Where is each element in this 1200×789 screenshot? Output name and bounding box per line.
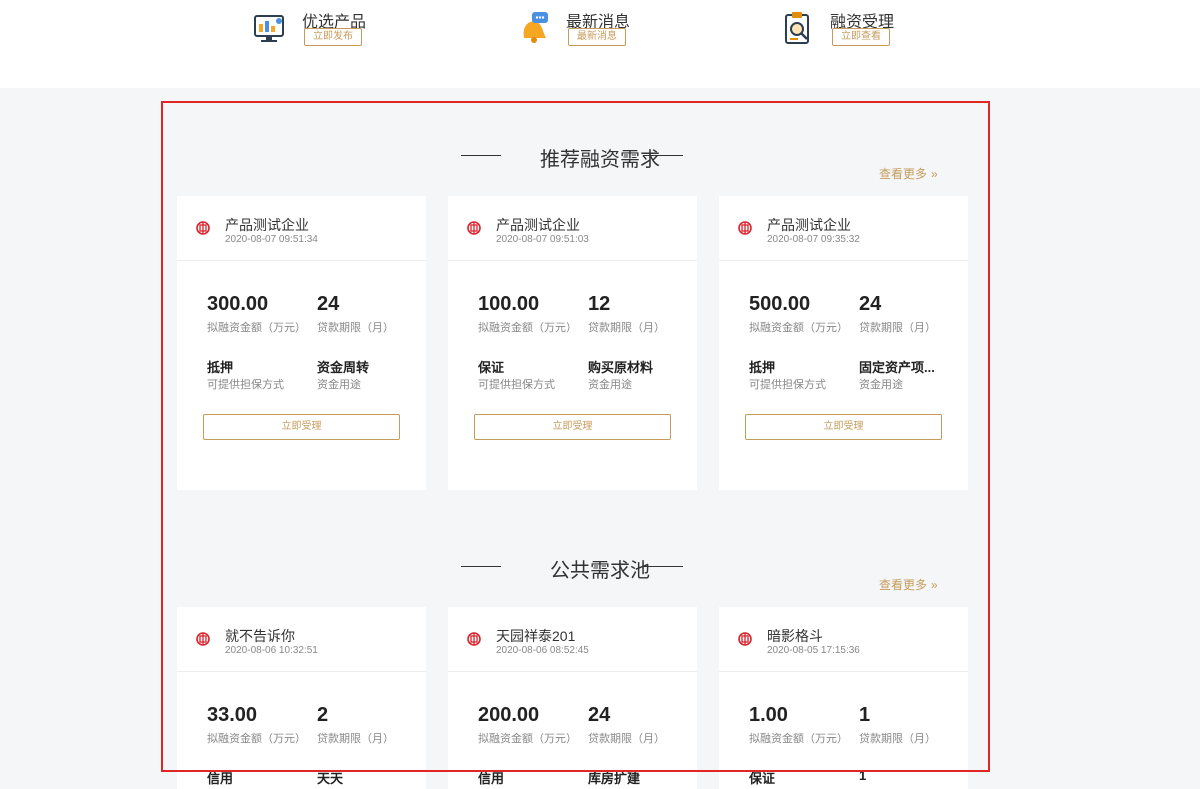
card-header: 产品测试企业 2020-08-07 09:35:32 [719,196,968,261]
financing-amount-label: 拟融资金额（万元） [749,322,848,334]
financing-amount: 200.00 [478,704,540,726]
company-name: 产品测试企业 [225,217,309,233]
demand-card[interactable]: 产品测试企业 2020-08-07 09:35:32 500.00 拟融资金额（万元）… [719,196,968,490]
card-header: 暗影格斗 2020-08-05 17:15:36 [719,607,968,672]
financing-amount: 33.00 [207,704,258,726]
double-chevron-right-icon: » [931,578,938,592]
title-divider-right [643,566,683,567]
loan-term-label: 贷款期限（月） [317,322,394,334]
loan-term: 12 [588,293,611,315]
title-divider-right [643,155,683,156]
financing-amount: 500.00 [749,293,811,315]
demand-card[interactable]: 天园祥泰201 2020-08-06 08:52:45 200.00 拟融资金额（万元… [448,607,697,789]
loan-term-label: 贷款期限（月） [588,733,665,745]
accept-now-button[interactable]: 立即受理 [474,414,671,440]
loan-term: 2 [317,704,329,726]
fund-usage: 库房扩建 [588,771,641,786]
loan-term: 1 [859,704,871,726]
financing-amount-label: 拟融资金额（万元） [207,733,306,745]
guarantee-type-label: 可提供担保方式 [749,379,826,391]
recommended-section-title: 推荐融资需求 [540,149,660,171]
financing-amount-label: 拟融资金额（万元） [478,322,577,334]
view-more-link[interactable]: 查看更多» [879,165,938,182]
accept-now-button[interactable]: 立即受理 [203,414,400,440]
fund-usage: 固定资产项... [859,360,935,375]
view-more-link[interactable]: 查看更多» [879,576,938,593]
double-chevron-right-icon: » [931,167,938,181]
publish-now-button[interactable]: 立即发布 [304,28,362,46]
bank-logo-icon [467,221,481,235]
company-name: 暗影格斗 [767,628,823,644]
fund-usage: 购买原材料 [588,360,654,375]
monitor-chart-icon [254,15,284,42]
guarantee-type: 抵押 [749,360,776,375]
financing-amount-label: 拟融资金额（万元） [207,322,306,334]
company-name: 产品测试企业 [496,217,580,233]
company-name: 就不告诉你 [225,628,295,644]
financing-amount-label: 拟融资金额（万元） [749,733,848,745]
demand-card[interactable]: 产品测试企业 2020-08-07 09:51:34 300.00 拟融资金额（万元）… [177,196,426,490]
guarantee-type-label: 可提供担保方式 [207,379,284,391]
bank-logo-icon [738,221,752,235]
company-name: 天园祥泰201 [496,628,576,644]
financing-amount-label: 拟融资金额（万元） [478,733,577,745]
loan-term: 24 [317,293,340,315]
financing-amount: 1.00 [749,704,788,726]
bell-message-icon [523,12,548,43]
demand-card[interactable]: 产品测试企业 2020-08-07 09:51:03 100.00 拟融资金额（万元）… [448,196,697,490]
financing-amount: 300.00 [207,293,269,315]
card-header: 产品测试企业 2020-08-07 09:51:03 [448,196,697,261]
card-header: 产品测试企业 2020-08-07 09:51:34 [177,196,426,261]
guarantee-type-label: 可提供担保方式 [478,379,555,391]
card-header: 天园祥泰201 2020-08-06 08:52:45 [448,607,697,672]
bank-logo-icon [738,632,752,646]
guarantee-type: 信用 [478,771,505,786]
loan-term-label: 贷款期限（月） [859,322,936,334]
loan-term-label: 贷款期限（月） [859,733,936,745]
publish-time: 2020-08-07 09:51:03 [496,234,589,245]
publish-time: 2020-08-07 09:35:32 [767,234,860,245]
bank-logo-icon [196,221,210,235]
loan-term-label: 贷款期限（月） [588,322,665,334]
view-now-button[interactable]: 立即查看 [832,28,890,46]
guarantee-type: 抵押 [207,360,234,375]
clipboard-search-icon [785,12,809,44]
bank-logo-icon [196,632,210,646]
view-more-label: 查看更多 [879,578,928,592]
fund-usage-label: 资金用途 [317,379,361,391]
fund-usage: 天天 [317,771,344,786]
financing-amount: 100.00 [478,293,540,315]
publish-time: 2020-08-06 08:52:45 [496,645,589,656]
guarantee-type: 信用 [207,771,234,786]
publish-time: 2020-08-07 09:51:34 [225,234,318,245]
quick-links-bar: 优选产品 立即发布 最新消息 最新消息 融资受理 立即查看 [0,0,1200,88]
accept-now-button[interactable]: 立即受理 [745,414,942,440]
publish-time: 2020-08-05 17:15:36 [767,645,860,656]
card-header: 就不告诉你 2020-08-06 10:32:51 [177,607,426,672]
loan-term: 24 [588,704,611,726]
fund-usage: 资金周转 [317,360,370,375]
loan-term: 24 [859,293,882,315]
fund-usage-label: 资金用途 [859,379,903,391]
fund-usage-label: 资金用途 [588,379,632,391]
guarantee-type: 保证 [478,360,505,375]
loan-term-label: 贷款期限（月） [317,733,394,745]
view-more-label: 查看更多 [879,167,928,181]
public-pool-section-title: 公共需求池 [550,560,650,582]
guarantee-type: 保证 [749,771,776,786]
latest-news-button[interactable]: 最新消息 [568,28,626,46]
publish-time: 2020-08-06 10:32:51 [225,645,318,656]
demand-card[interactable]: 就不告诉你 2020-08-06 10:32:51 33.00 拟融资金额（万元） 2 贷… [177,607,426,789]
company-name: 产品测试企业 [767,217,851,233]
demand-card[interactable]: 暗影格斗 2020-08-05 17:15:36 1.00 拟融资金额（万元） 1 贷款期… [719,607,968,789]
fund-usage: 1 [859,768,867,783]
bank-logo-icon [467,632,481,646]
